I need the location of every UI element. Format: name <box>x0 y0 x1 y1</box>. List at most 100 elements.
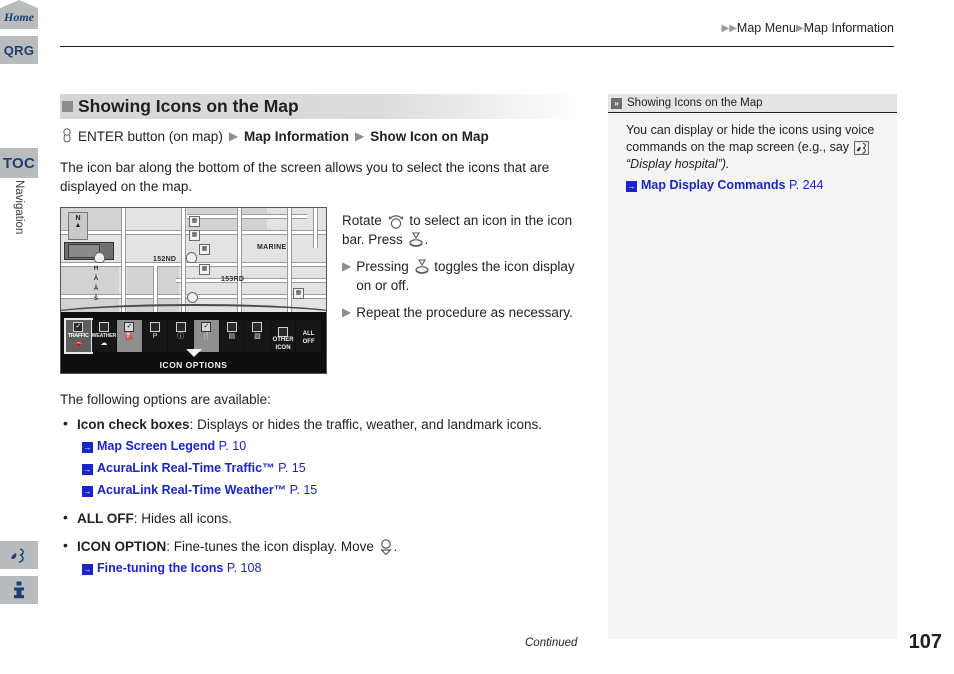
icon-cell-lodging[interactable]: ▤ <box>219 320 245 352</box>
sidebar-tab-toc[interactable]: TOC <box>0 148 38 178</box>
reference-link[interactable]: → Map Display Commands P. 244 <box>626 177 885 194</box>
side-note-text-b: “Display hospital”). <box>626 157 730 171</box>
option-desc-tail: . <box>393 539 398 554</box>
compass-letter: N <box>75 215 81 222</box>
map-screen-figure: N ▲ MARINE 152ND 153RD H.A.A.S ▦ ▦ ▦ ▦ ▦ <box>60 207 327 374</box>
chapter-label: Navigation <box>0 178 38 258</box>
sidebar-tab-information[interactable] <box>0 576 38 604</box>
breadcrumb-item-map-menu: Map Menu <box>736 21 796 35</box>
map-canvas: N ▲ MARINE 152ND 153RD H.A.A.S ▦ ▦ ▦ ▦ ▦ <box>61 208 326 312</box>
chapter-label-text: Navigation <box>13 180 25 235</box>
press-knob-icon <box>408 232 423 247</box>
list-item: Icon check boxes: Displays or hides the … <box>60 414 580 500</box>
map-icon-bar[interactable]: ✓ TRAFFIC 🚗 WEATHER ☁ ✓ ⛽ P ⓘ ✓ 🍴 ▤ ▧ OT… <box>61 304 326 373</box>
reference-arrow-icon: → <box>82 564 93 575</box>
restaurant-icon: 🍴 <box>201 333 211 340</box>
list-item: ICON OPTION: Fine-tunes the icon display… <box>60 536 580 578</box>
reference-title: Fine-tuning the Icons <box>97 561 224 575</box>
map-poi-icon: ▦ <box>199 264 210 275</box>
step-sub-1: ▶ Pressing toggles the icon display on o… <box>342 257 580 295</box>
reference-arrow-icon: → <box>82 442 93 453</box>
list-item: ALL OFF: Hides all icons. <box>60 508 580 528</box>
icon-checkbox[interactable] <box>226 322 237 332</box>
icon-cell-atm[interactable]: ▧ <box>245 320 270 352</box>
reference-arrow-icon: → <box>82 464 93 475</box>
step-primary-text-c: . <box>424 232 429 247</box>
breadcrumb-arrow-icon: ▶ <box>729 23 737 34</box>
weather-icon: ☁ <box>100 340 108 347</box>
icon-checkbox[interactable]: ✓ <box>73 322 84 332</box>
map-compass-icon: N ▲ <box>68 212 88 240</box>
option-desc: : Displays or hides the traffic, weather… <box>189 417 542 432</box>
icon-checkbox[interactable] <box>252 322 263 332</box>
reference-link[interactable]: → Map Screen Legend P. 10 <box>82 437 580 456</box>
icon-cell-traffic[interactable]: ✓ TRAFFIC 🚗 <box>64 318 93 354</box>
reference-arrow-icon: → <box>82 486 93 497</box>
continued-label: Continued <box>525 637 578 649</box>
page-title-text: Showing Icons on the Map <box>78 96 299 116</box>
figure-and-steps-row: N ▲ MARINE 152ND 153RD H.A.A.S ▦ ▦ ▦ ▦ ▦ <box>60 207 580 374</box>
map-poi-icon: ▦ <box>293 288 304 299</box>
nav-path-step-map-information: Map Information <box>244 128 350 144</box>
map-landmark-icon <box>187 292 198 303</box>
press-knob-icon <box>414 259 429 274</box>
nav-path-step-show-icon-on-map: Show Icon on Map <box>370 128 489 144</box>
icon-checkbox[interactable] <box>278 327 289 337</box>
option-desc: : Hides all icons. <box>133 511 233 526</box>
map-landmark-icon <box>94 252 105 263</box>
street-label: MARINE <box>257 244 287 251</box>
information-icon <box>14 581 24 599</box>
icon-cell-other-icon[interactable]: OTHER ICON <box>270 320 296 352</box>
map-poi-icon: ▦ <box>189 216 200 227</box>
street-label: 153RD <box>221 276 245 283</box>
nav-path-arrow-icon: ▶ <box>228 129 239 143</box>
sidebar-tab-home-label: Home <box>4 10 34 24</box>
icon-checkbox[interactable] <box>98 322 109 332</box>
page-title: Showing Icons on the Map <box>60 94 580 119</box>
icon-cell-restaurant[interactable]: ✓ 🍴 <box>193 320 219 352</box>
side-note-panel: » Showing Icons on the Map You can displ… <box>608 94 897 639</box>
all-off-label: ALL OFF <box>302 331 315 345</box>
reference-title: Map Display Commands <box>641 178 786 192</box>
reference-link[interactable]: → AcuraLink Real-Time Weather™ P. 15 <box>82 481 580 500</box>
icon-checkbox[interactable] <box>175 322 186 332</box>
icon-cell-gas-station[interactable]: ✓ ⛽ <box>117 320 142 352</box>
icon-cell-information[interactable]: ⓘ <box>168 320 193 352</box>
reference-arrow-icon: → <box>626 181 637 192</box>
step-instructions: Rotate to select an icon in the icon bar… <box>342 207 580 322</box>
reference-page: P. 15 <box>278 461 306 475</box>
reference-link[interactable]: → Fine-tuning the Icons P. 108 <box>82 559 580 578</box>
reference-title: Map Screen Legend <box>97 439 216 453</box>
step-primary-text-a: Rotate <box>342 213 382 228</box>
sidebar-tab-voice-command[interactable] <box>0 541 38 569</box>
icon-checkbox[interactable] <box>150 322 161 332</box>
icon-cell-parking[interactable]: P <box>142 320 168 352</box>
voice-command-icon <box>11 548 24 563</box>
header-divider <box>60 46 894 47</box>
atm-icon: ▧ <box>254 333 261 340</box>
reference-title: AcuraLink Real-Time Traffic™ <box>97 461 275 475</box>
sidebar-tab-qrg[interactable]: QRG <box>0 36 38 64</box>
reference-title: AcuraLink Real-Time Weather™ <box>97 483 287 497</box>
map-scale-indicator <box>64 242 114 260</box>
breadcrumb-item-map-information: Map Information <box>803 21 894 35</box>
move-knob-icon <box>379 539 392 555</box>
reference-page: P. 10 <box>218 439 247 453</box>
traffic-icon: 🚗 <box>73 340 83 347</box>
rotate-knob-icon <box>388 215 403 229</box>
icon-checkbox[interactable]: ✓ <box>124 322 135 332</box>
reference-page: P. 244 <box>788 178 824 192</box>
reference-link[interactable]: → AcuraLink Real-Time Traffic™ P. 15 <box>82 459 580 478</box>
information-poi-icon: ⓘ <box>177 333 185 340</box>
gas-station-icon: ⛽ <box>125 333 134 340</box>
map-poi-icon: ▦ <box>199 244 210 255</box>
side-note-text-a: You can display or hide the icons using … <box>626 123 875 154</box>
icon-checkbox[interactable]: ✓ <box>201 322 212 332</box>
double-chevron-icon: » <box>611 97 622 109</box>
icon-cell-all-off[interactable]: ALL OFF <box>296 320 321 352</box>
voice-command-icon <box>853 141 869 155</box>
option-term: ALL OFF <box>77 511 134 526</box>
icon-cell-weather[interactable]: WEATHER ☁ <box>91 320 116 352</box>
icon-options-caption: ICON OPTIONS <box>159 360 228 370</box>
breadcrumb: ▶▶Map Menu▶Map Information <box>722 21 895 35</box>
